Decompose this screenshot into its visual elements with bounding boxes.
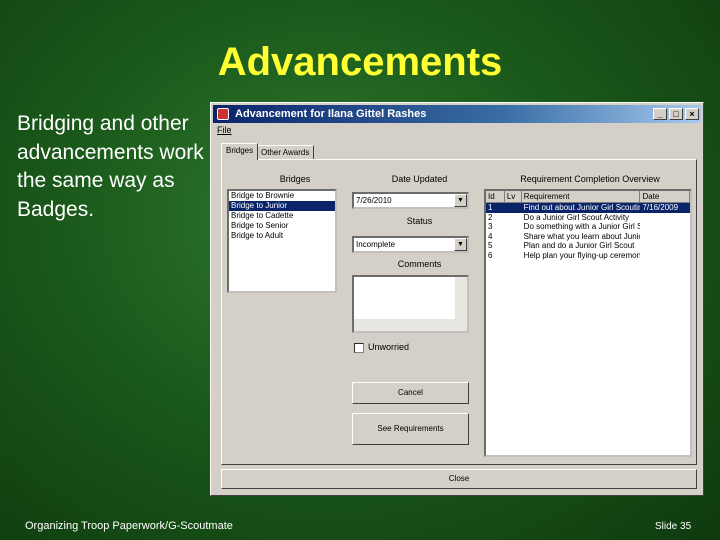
cell-lv xyxy=(505,251,522,261)
bridge-item[interactable]: Bridge to Senior xyxy=(229,221,335,231)
status-label: Status xyxy=(406,216,433,226)
slide-body-text: Bridging and other advancements work the… xyxy=(17,112,204,221)
status-dropdown-icon[interactable]: ▼ xyxy=(454,238,467,251)
tab-other-awards[interactable]: Other Awards xyxy=(256,145,315,160)
window-titlebar[interactable]: Advancement for Ilana Gittel Rashes _ □ … xyxy=(213,105,701,123)
app-icon xyxy=(217,108,229,120)
bridge-item[interactable]: Bridge to Cadette xyxy=(229,211,335,221)
cell-requirement: Plan and do a Junior Girl Scout xyxy=(523,241,635,250)
maximize-button[interactable]: □ xyxy=(669,108,683,120)
table-row[interactable]: 2 Do a Junior Girl Scout Activity xyxy=(486,213,690,223)
date-updated-value: 7/26/2010 xyxy=(356,196,392,205)
date-updated-field[interactable]: 7/26/2010 ▼ xyxy=(352,192,469,209)
cell-requirement: Do a Junior Girl Scout Activity xyxy=(523,212,630,222)
cell-date: 7/16/2009 xyxy=(642,203,679,212)
comments-horizontal-scrollbar[interactable] xyxy=(354,319,455,331)
footer-left: Organizing Troop Paperwork/G-Scoutmate xyxy=(25,520,233,532)
menubar: File xyxy=(217,125,232,135)
unworried-checkbox[interactable] xyxy=(354,343,364,353)
cell-requirement: Do something with a Junior Girl S xyxy=(523,222,641,231)
cell-lv xyxy=(505,213,522,223)
bridges-label: Bridges xyxy=(279,174,311,184)
status-select[interactable]: Incomplete ▼ xyxy=(352,236,469,253)
cell-date xyxy=(640,251,690,261)
cell-id: 4 xyxy=(488,231,493,241)
bridges-list[interactable]: Bridge to Brownie Bridge to Junior Bridg… xyxy=(227,189,337,293)
col-lv-header[interactable]: Lv xyxy=(504,191,522,203)
cell-requirement: Find out about Junior Girl Scouting xyxy=(523,203,641,212)
cell-id: 2 xyxy=(488,212,493,222)
bridge-item-selected[interactable]: Bridge to Junior xyxy=(229,201,335,211)
bridge-item[interactable]: Bridge to Brownie xyxy=(229,191,335,201)
close-window-button[interactable]: × xyxy=(685,108,699,120)
comments-vertical-scrollbar[interactable] xyxy=(455,277,467,331)
bridge-item[interactable]: Bridge to Adult xyxy=(229,231,335,241)
see-requirements-button[interactable]: See Requirements xyxy=(352,413,469,445)
tab-panel: Bridges Bridge to Brownie Bridge to Juni… xyxy=(221,159,697,465)
cell-id: 6 xyxy=(488,250,493,260)
slide-title: Advancements xyxy=(217,40,503,84)
cell-requirement: Share what you learn about Junior xyxy=(523,231,641,241)
grid-header: Id Lv Requirement Date xyxy=(486,191,690,203)
cancel-button[interactable]: Cancel xyxy=(352,382,469,404)
cell-lv xyxy=(505,203,522,213)
advancement-window: Advancement for Ilana Gittel Rashes _ □ … xyxy=(210,102,704,496)
cell-date xyxy=(640,213,690,223)
cell-requirement: Help plan your flying-up ceremony xyxy=(523,250,641,260)
table-row[interactable]: 4 Share what you learn about Junior xyxy=(486,232,690,242)
date-updated-label: Date Updated xyxy=(391,174,448,184)
table-row[interactable]: 3 Do something with a Junior Girl S xyxy=(486,222,690,232)
requirements-grid[interactable]: Id Lv Requirement Date 1 Find out about … xyxy=(484,189,692,457)
cell-id: 3 xyxy=(488,222,493,231)
tab-bridges[interactable]: Bridges xyxy=(221,143,259,160)
table-row[interactable]: 5 Plan and do a Junior Girl Scout xyxy=(486,241,690,251)
date-dropdown-icon[interactable]: ▼ xyxy=(454,194,467,207)
cell-lv xyxy=(505,222,522,232)
unworried-label: Unworried xyxy=(368,342,410,352)
col-id-header[interactable]: Id xyxy=(486,191,505,203)
status-value: Incomplete xyxy=(356,240,396,249)
table-row[interactable]: 6 Help plan your flying-up ceremony xyxy=(486,251,690,261)
minimize-button[interactable]: _ xyxy=(653,108,667,120)
cell-lv xyxy=(505,232,522,242)
cell-date xyxy=(640,222,690,232)
comments-label: Comments xyxy=(397,259,442,269)
cell-lv xyxy=(505,241,522,251)
col-date-header[interactable]: Date xyxy=(640,191,690,203)
close-button[interactable]: Close xyxy=(221,469,697,489)
cell-id: 5 xyxy=(488,241,493,250)
cell-id: 1 xyxy=(488,203,493,212)
requirements-label: Requirement Completion Overview xyxy=(520,174,660,184)
menu-file[interactable]: File xyxy=(217,125,232,135)
cell-date xyxy=(640,232,690,242)
window-title: Advancement for Ilana Gittel Rashes xyxy=(235,108,427,120)
slide-number: Slide 35 xyxy=(655,521,692,532)
comments-textarea[interactable] xyxy=(352,275,469,333)
table-row-selected[interactable]: 1 Find out about Junior Girl Scouting 7/… xyxy=(486,203,690,213)
cell-date xyxy=(640,241,690,251)
col-requirement-header[interactable]: Requirement xyxy=(521,191,641,203)
